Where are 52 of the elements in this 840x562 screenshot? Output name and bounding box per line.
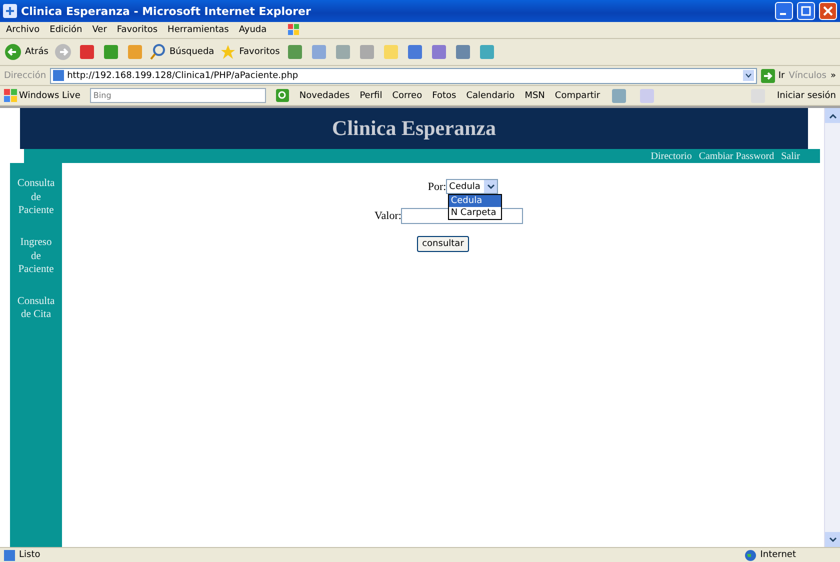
live-brand: Windows Live <box>19 90 80 100</box>
valor-label: Valor: <box>374 210 402 222</box>
menu-item[interactable]: Herramientas <box>168 25 229 35</box>
minimize-icon <box>780 13 786 15</box>
menu-item[interactable]: Ayuda <box>238 25 267 35</box>
browser-icon <box>3 4 17 18</box>
close-button[interactable] <box>819 2 837 20</box>
site-title: Clinica Esperanza <box>332 116 496 141</box>
maximize-icon <box>801 6 811 16</box>
minimize-button[interactable] <box>775 2 793 20</box>
back-button[interactable]: Atrás <box>4 43 48 61</box>
go-arrow-icon <box>761 68 776 82</box>
scrollbar[interactable] <box>824 108 840 547</box>
go-button[interactable]: Ir <box>761 68 785 82</box>
address-label: Dirección <box>4 70 46 80</box>
status-text: Listo <box>19 550 40 560</box>
live-bar-link[interactable]: Fotos <box>432 90 456 100</box>
star-icon <box>220 44 236 60</box>
windows-live-icon <box>4 89 17 102</box>
dropdown-option[interactable]: Cedula <box>448 195 501 207</box>
favorites-button[interactable]: Favoritos <box>220 44 280 60</box>
menu-item[interactable]: Ver <box>92 25 107 35</box>
scroll-down-icon[interactable] <box>828 536 836 542</box>
live-bar-link[interactable]: Calendario <box>466 90 515 100</box>
maximize-button[interactable] <box>797 2 815 20</box>
close-icon <box>823 6 833 16</box>
live-bar-link[interactable]: MSN <box>524 90 545 100</box>
menu-item[interactable]: Favoritos <box>116 25 158 35</box>
search-icon <box>150 44 166 60</box>
search-button[interactable]: Búsqueda <box>150 44 214 60</box>
globe-icon <box>745 550 756 560</box>
por-label: Por: <box>428 180 446 192</box>
page-icon <box>53 70 64 81</box>
search-by-select[interactable]: Cedula <box>446 179 498 194</box>
zone-text: Internet <box>760 550 796 560</box>
address-field[interactable]: http://192.168.199.128/Clinica1/PHP/aPaciente.php <box>50 68 758 84</box>
more-links[interactable]: » <box>830 70 836 80</box>
consultar-button[interactable]: consultar <box>417 236 469 252</box>
scroll-up-icon[interactable] <box>828 112 836 118</box>
menu-item[interactable]: Archivo <box>6 25 40 35</box>
live-bar-link[interactable]: Correo <box>392 90 422 100</box>
sign-in-link[interactable]: Iniciar sesión <box>776 90 836 100</box>
menu-item[interactable]: Edición <box>50 25 82 35</box>
search-field[interactable]: Bing <box>90 88 266 103</box>
live-bar-link[interactable]: Compartir <box>554 90 600 100</box>
window-title: Clinica Esperanza - Microsoft Internet Explorer <box>21 4 312 18</box>
forward-icon[interactable] <box>54 43 72 61</box>
live-bar-link[interactable]: Perfil <box>360 90 382 100</box>
page-icon <box>4 550 15 560</box>
live-bar-link[interactable]: Novedades <box>299 90 350 100</box>
search-icon[interactable] <box>276 89 290 102</box>
windows-logo-icon <box>286 23 301 37</box>
